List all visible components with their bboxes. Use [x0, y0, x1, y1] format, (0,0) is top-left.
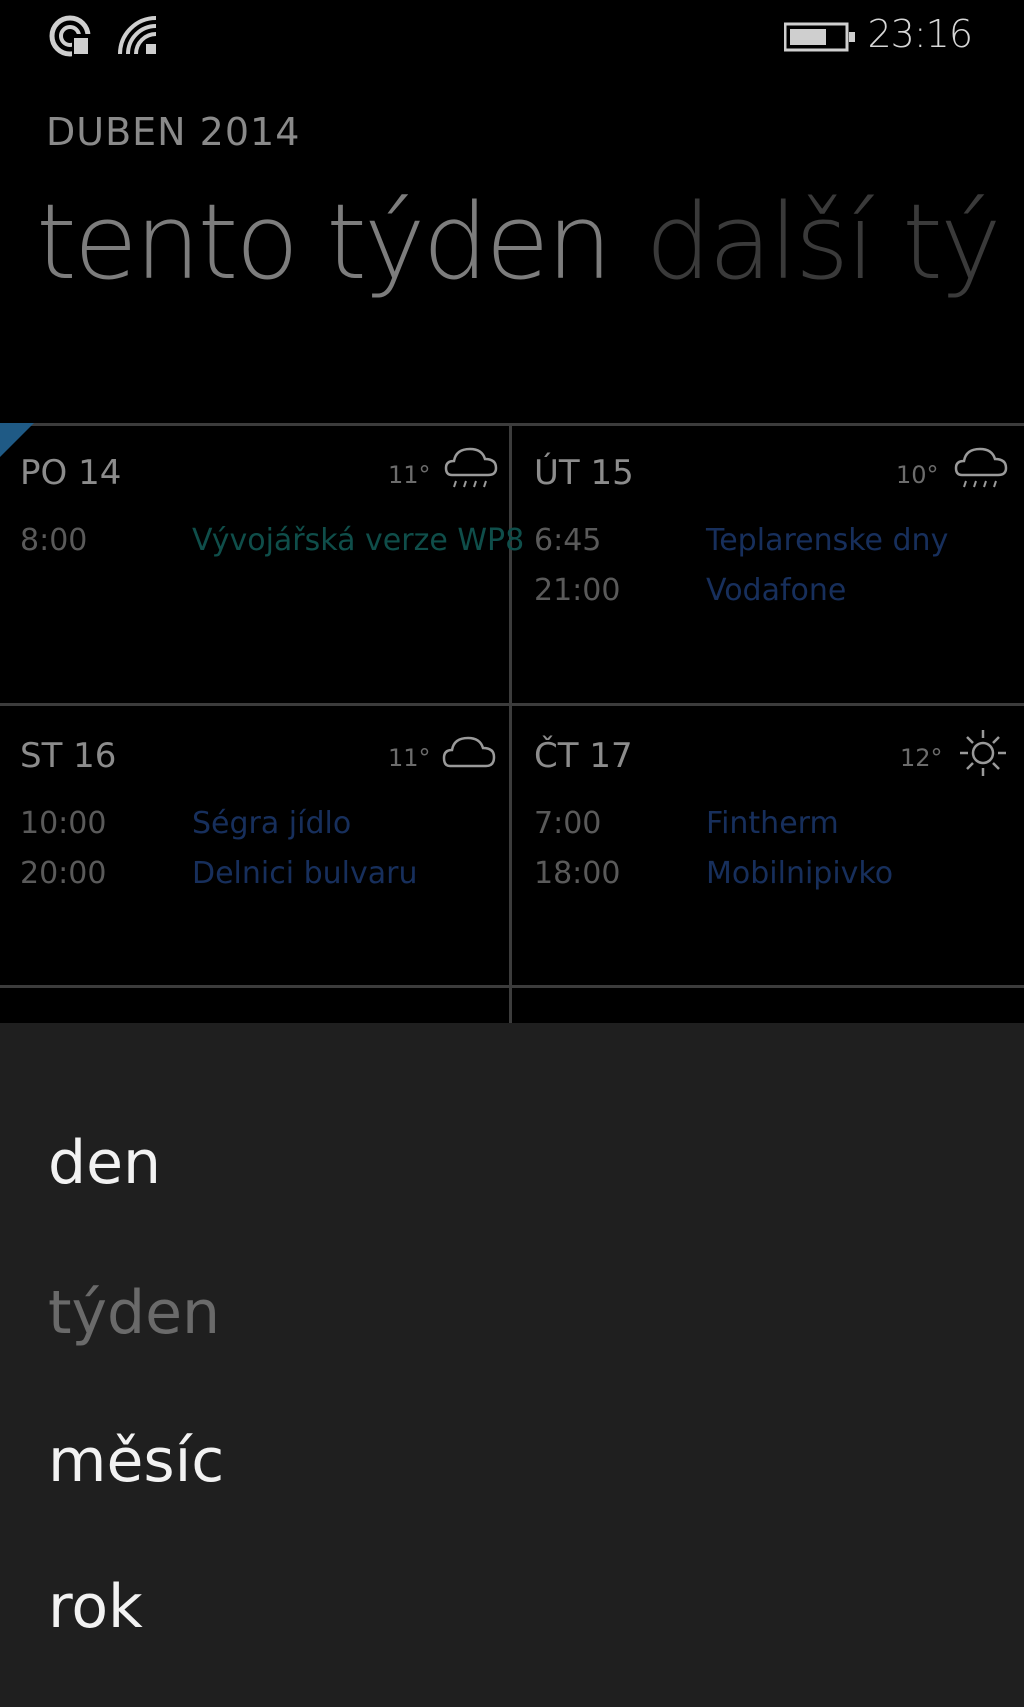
view-menu: den týden měsíc rok	[0, 1023, 1024, 1707]
month-title: DUBEN 2014	[46, 110, 301, 154]
event-time: 18:00	[534, 856, 621, 891]
temperature: 12°	[900, 744, 943, 772]
event-time: 8:00	[20, 523, 88, 558]
day-cell-monday[interactable]: PO 14 11° 8:00 Vývojářská verze WP8	[0, 423, 524, 703]
week-grid: PO 14 11° 8:00 Vývojářská verze WP8 ÚT 15…	[0, 423, 1024, 1023]
event-item[interactable]: 10:00 Ségra jídlo	[20, 806, 351, 841]
battery-icon	[783, 22, 856, 56]
event-time: 20:00	[20, 856, 107, 891]
wifi-icon	[116, 14, 160, 62]
menu-item-month[interactable]: měsíc	[48, 1425, 224, 1497]
event-title: Fintherm	[706, 806, 839, 841]
temperature: 11°	[388, 744, 431, 772]
rain-cloud-icon	[442, 443, 502, 497]
event-time: 7:00	[534, 806, 602, 841]
event-title: Delnici bulvaru	[192, 856, 418, 891]
day-cell-thursday[interactable]: ČT 17 12° 7:00 Fintherm 18:00 Mobilnipivko	[512, 706, 1021, 986]
temperature: 11°	[388, 461, 431, 489]
event-item[interactable]: 8:00 Vývojářská verze WP8	[20, 523, 524, 558]
event-title: Vodafone	[706, 573, 847, 608]
event-title: Teplarenske dny	[706, 523, 949, 558]
event-item[interactable]: 20:00 Delnici bulvaru	[20, 856, 417, 891]
cloud-icon	[440, 726, 500, 780]
day-label: ÚT 15	[534, 453, 634, 493]
status-bar: 23:16	[0, 0, 1024, 80]
event-time: 21:00	[534, 573, 621, 608]
day-label: PO 14	[20, 453, 122, 493]
sun-icon	[956, 726, 1010, 784]
pivot-header: tento týden další tý	[36, 181, 1002, 303]
rain-cloud-icon	[952, 443, 1012, 497]
menu-item-year[interactable]: rok	[48, 1571, 143, 1643]
pivot-tab-this-week[interactable]: tento týden	[36, 181, 612, 303]
day-label: ST 16	[20, 736, 117, 776]
event-title: Mobilnipivko	[706, 856, 894, 891]
event-item[interactable]: 7:00 Fintherm	[534, 806, 839, 841]
event-item[interactable]: 6:45 Teplarenske dny	[534, 523, 948, 558]
signal-icon	[48, 14, 92, 62]
day-cell-tuesday[interactable]: ÚT 15 10° 6:45 Teplarenske dny 21:00 Vodaf…	[512, 423, 1021, 703]
event-item[interactable]: 21:00 Vodafone	[534, 573, 846, 608]
event-title: Ségra jídlo	[192, 806, 352, 841]
temperature: 10°	[896, 461, 939, 489]
event-title: Vývojářská verze WP8	[192, 523, 525, 558]
pivot-tab-next-week[interactable]: další tý	[645, 181, 1001, 303]
clock-time: 23:16	[867, 12, 973, 56]
menu-item-day[interactable]: den	[48, 1127, 161, 1199]
event-time: 10:00	[20, 806, 107, 841]
day-label: ČT 17	[534, 736, 633, 776]
day-cell-wednesday[interactable]: ST 16 11° 10:00 Ségra jídlo 20:00 Delnici …	[0, 706, 509, 986]
event-item[interactable]: 18:00 Mobilnipivko	[534, 856, 893, 891]
event-time: 6:45	[534, 523, 602, 558]
menu-item-week: týden	[48, 1278, 221, 1348]
